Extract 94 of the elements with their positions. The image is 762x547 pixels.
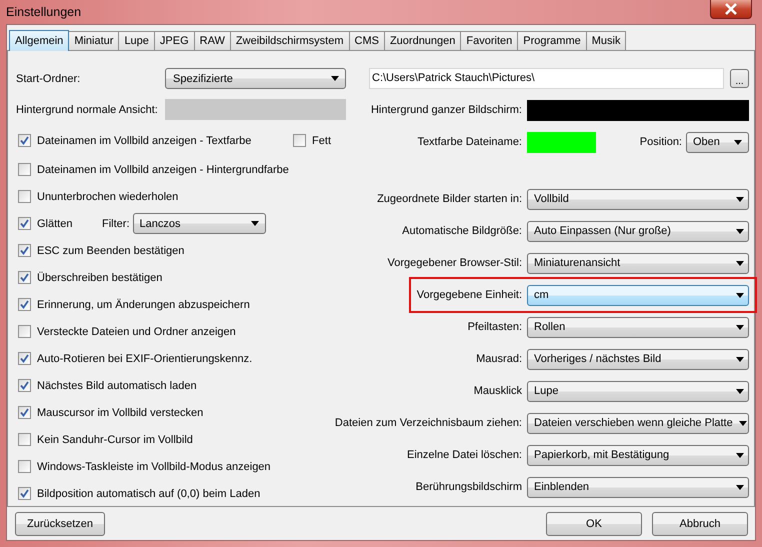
checkbox-label: Windows-Taskleiste im Vollbild-Modus anzeigen [37, 460, 271, 472]
caret-icon [736, 324, 744, 330]
color-swatch[interactable] [527, 100, 749, 120]
tab[interactable]: Miniatur [68, 31, 120, 50]
checkbox[interactable] [18, 325, 31, 338]
checkbox[interactable] [18, 487, 31, 500]
dropdown[interactable]: Spezifizierte [165, 68, 346, 89]
tab[interactable]: Allgemein [9, 30, 70, 51]
dropdown[interactable]: Einblenden [527, 476, 749, 498]
checkbox-label: Erinnerung, um Änderungen abzuspeichern [37, 298, 250, 310]
caret-icon [734, 140, 742, 144]
browse-button[interactable]: ... [730, 68, 749, 88]
tab[interactable]: JPEG [154, 31, 195, 50]
tab[interactable]: Favoriten [460, 31, 518, 50]
checkbox[interactable] [18, 134, 31, 147]
checkbox[interactable] [18, 271, 31, 284]
caret-icon [736, 260, 744, 266]
checkbox-label: Fett [312, 134, 331, 146]
tab[interactable]: CMS [348, 31, 385, 50]
checkbox[interactable] [18, 433, 31, 446]
checkbox[interactable] [18, 406, 31, 419]
caret-icon [736, 228, 744, 234]
field-label: Start-Ordner: [16, 72, 82, 84]
caret-icon [250, 221, 258, 226]
dropdown[interactable]: Vorheriges / nächstes Bild [527, 348, 749, 370]
checkbox[interactable] [18, 217, 31, 230]
cancel-button[interactable]: Abbruch [652, 512, 748, 536]
field-label: Textfarbe Dateiname: [417, 136, 522, 148]
checkbox[interactable] [18, 244, 31, 257]
dropdown[interactable]: Oben [686, 132, 749, 152]
dropdown[interactable]: Dateien verschieben wenn gleiche Platte [527, 412, 749, 434]
reset-button[interactable]: Zurücksetzen [15, 512, 105, 536]
dropdown[interactable]: Papierkorb, mit Bestätigung [527, 444, 749, 466]
ok-button[interactable]: OK [546, 512, 642, 536]
checkbox-label: Überschreiben bestätigen [37, 272, 162, 284]
checkbox[interactable] [18, 379, 31, 392]
field-label: Mausrad: [476, 353, 522, 365]
checkbox-label: Nächstes Bild automatisch laden [37, 380, 197, 392]
field-label: Zugeordnete Bilder starten in: [377, 193, 522, 205]
checkbox-label: Bildposition automatisch auf (0,0) beim Laden [37, 488, 260, 500]
checkbox[interactable] [18, 460, 31, 473]
checkbox[interactable] [18, 163, 31, 176]
checkbox-label: Kein Sanduhr-Cursor im Vollbild [37, 434, 193, 446]
caret-icon [736, 356, 744, 362]
checkbox-label: Ununterbrochen wiederholen [37, 190, 178, 202]
field-label: Mausklick [474, 385, 522, 397]
field-label: Hintergrund ganzer Bildschirm: [370, 104, 522, 116]
caret-icon [736, 196, 744, 202]
tab[interactable]: Zuordnungen [384, 31, 462, 50]
field-label: Automatische Bildgröße: [402, 225, 522, 237]
caret-icon [738, 420, 747, 426]
tab[interactable]: RAW [194, 31, 231, 50]
tab[interactable]: Musik [586, 31, 626, 50]
dropdown[interactable]: Lanczos [132, 213, 266, 234]
close-icon [724, 3, 738, 15]
tab[interactable]: Programme [517, 31, 587, 50]
checkbox-label: Mauscursor im Vollbild verstecken [37, 406, 204, 418]
tab[interactable]: Zweibildschirmsystem [230, 31, 350, 50]
caret-icon [736, 292, 744, 298]
field-label: Einzelne Datei löschen: [407, 449, 522, 461]
field-label: Position: [640, 136, 682, 148]
checkbox-label: Auto-Rotieren bei EXIF-Orientierungskennz. [37, 352, 252, 364]
checkbox-label: Versteckte Dateien und Ordner anzeigen [37, 326, 236, 338]
checkbox-label: ESC zum Beenden bestätigen [37, 244, 184, 256]
field-label: Vorgegebener Browser-Stil: [387, 257, 522, 269]
field-label: Pfeiltasten: [468, 321, 522, 333]
field-label: Vorgegebene Einheit: [416, 289, 522, 301]
dropdown[interactable]: Miniaturenansicht [527, 252, 749, 274]
folder-path-field[interactable]: C:\Users\Patrick Stauch\Pictures\ [369, 68, 724, 88]
color-swatch[interactable] [527, 132, 596, 152]
checkbox[interactable] [18, 298, 31, 311]
caret-icon [331, 76, 339, 81]
field-label: Dateien zum Verzeichnisbaum ziehen: [334, 417, 522, 429]
dropdown[interactable]: Auto Einpassen (Nur große) [527, 220, 749, 242]
field-label: Hintergrund normale Ansicht: [16, 104, 159, 116]
checkbox-label: Dateinamen im Vollbild anzeigen - Hintergrundfarbe [37, 164, 289, 176]
window-title: Einstellungen [6, 5, 82, 19]
checkbox[interactable] [293, 134, 306, 147]
caret-icon [736, 388, 744, 394]
checkbox-label: Dateinamen im Vollbild anzeigen - Textfarbe [37, 134, 252, 146]
caret-icon [736, 452, 744, 458]
field-label: Berührungsbildschirm [416, 481, 522, 493]
tab[interactable]: Lupe [118, 31, 155, 50]
checkbox[interactable] [18, 190, 31, 203]
dropdown[interactable]: cm [527, 284, 749, 306]
color-swatch[interactable] [165, 99, 346, 120]
checkbox-label: Glätten [37, 218, 74, 230]
close-button[interactable] [710, 0, 752, 19]
caret-icon [736, 484, 744, 490]
field-label: Filter: [102, 218, 130, 230]
dropdown[interactable]: Lupe [527, 380, 749, 402]
dropdown[interactable]: Vollbild [527, 188, 749, 210]
dropdown[interactable]: Rollen [527, 316, 749, 338]
checkbox[interactable] [18, 352, 31, 365]
